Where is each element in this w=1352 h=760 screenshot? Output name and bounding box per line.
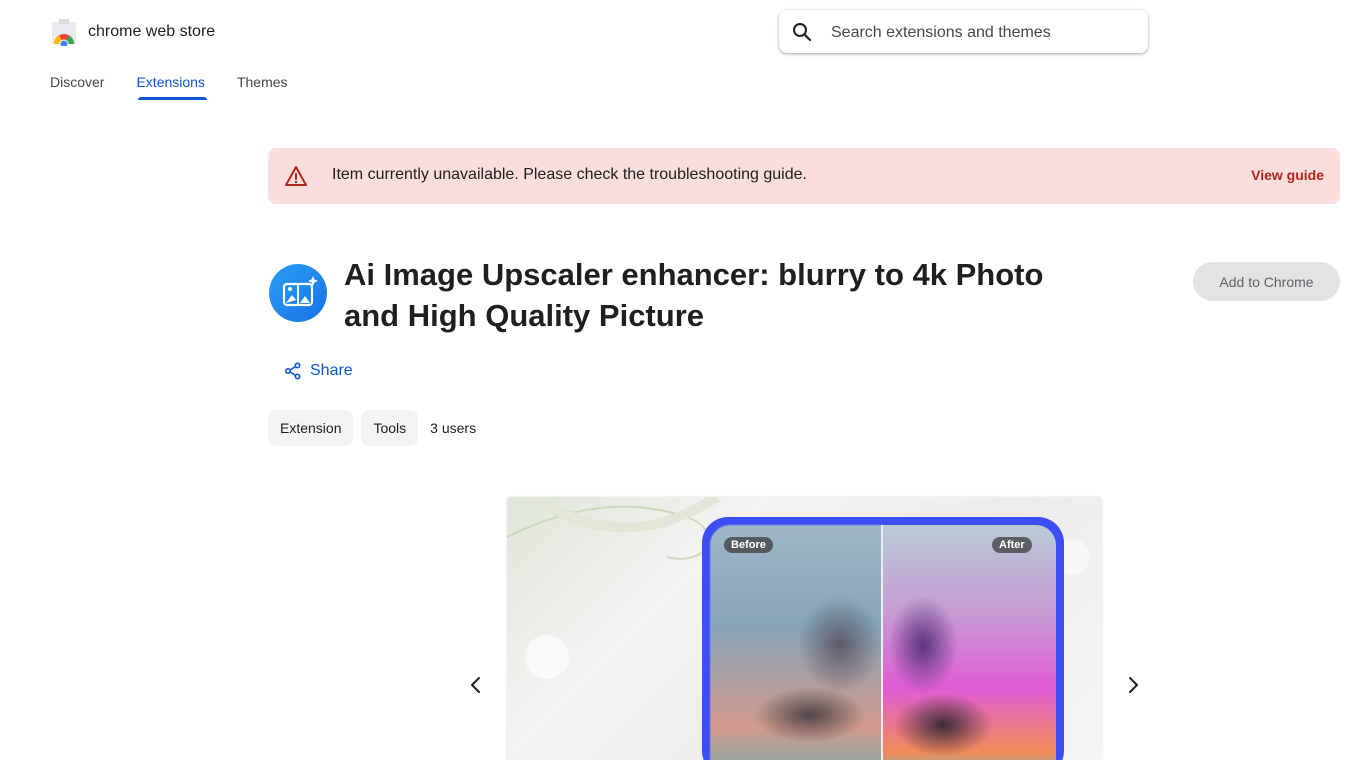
nav-themes[interactable]: Themes xyxy=(237,72,288,100)
add-to-chrome-button[interactable]: Add to Chrome xyxy=(1193,262,1340,301)
share-icon xyxy=(284,362,302,380)
category-chips: Extension Tools 3 users xyxy=(268,410,476,446)
user-count: 3 users xyxy=(430,420,477,436)
chip-tools[interactable]: Tools xyxy=(361,410,419,446)
after-label: After xyxy=(992,537,1032,553)
search-input[interactable] xyxy=(829,18,1133,48)
view-guide-link[interactable]: View guide xyxy=(1251,167,1324,183)
extension-logo xyxy=(269,264,327,322)
extension-title: Ai Image Upscaler enhancer: blurry to 4k… xyxy=(344,257,1044,333)
nav-extensions[interactable]: Extensions xyxy=(136,72,207,100)
screenshot-image: Before After xyxy=(507,497,1102,760)
warning-icon xyxy=(285,165,307,187)
nav-discover[interactable]: Discover xyxy=(50,72,104,100)
search-icon[interactable] xyxy=(792,22,812,42)
chrome-web-store-icon xyxy=(50,18,78,49)
chevron-right-icon[interactable] xyxy=(1121,673,1145,697)
banner-message: Item currently unavailable. Please check… xyxy=(332,166,807,183)
before-photo xyxy=(710,525,883,760)
chevron-left-icon[interactable] xyxy=(464,673,488,697)
share-label: Share xyxy=(310,362,353,379)
nav-discover-label: Discover xyxy=(50,74,105,90)
comparison-divider xyxy=(881,525,883,760)
before-label: Before xyxy=(724,537,773,553)
unavailable-banner: Item currently unavailable. Please check… xyxy=(268,148,1340,204)
comparison-frame: Before After xyxy=(702,517,1064,760)
chip-extension[interactable]: Extension xyxy=(268,410,354,446)
store-name: chrome web store xyxy=(88,23,216,40)
after-photo xyxy=(883,525,1056,760)
store-logo[interactable]: chrome web store xyxy=(50,18,216,49)
active-tab-indicator xyxy=(138,97,207,100)
nav-extensions-label: Extensions xyxy=(136,74,205,90)
share-button[interactable]: Share xyxy=(284,362,353,380)
search-box[interactable] xyxy=(779,10,1148,53)
main-nav: Discover Extensions Themes xyxy=(50,72,320,100)
nav-themes-label: Themes xyxy=(236,74,288,90)
